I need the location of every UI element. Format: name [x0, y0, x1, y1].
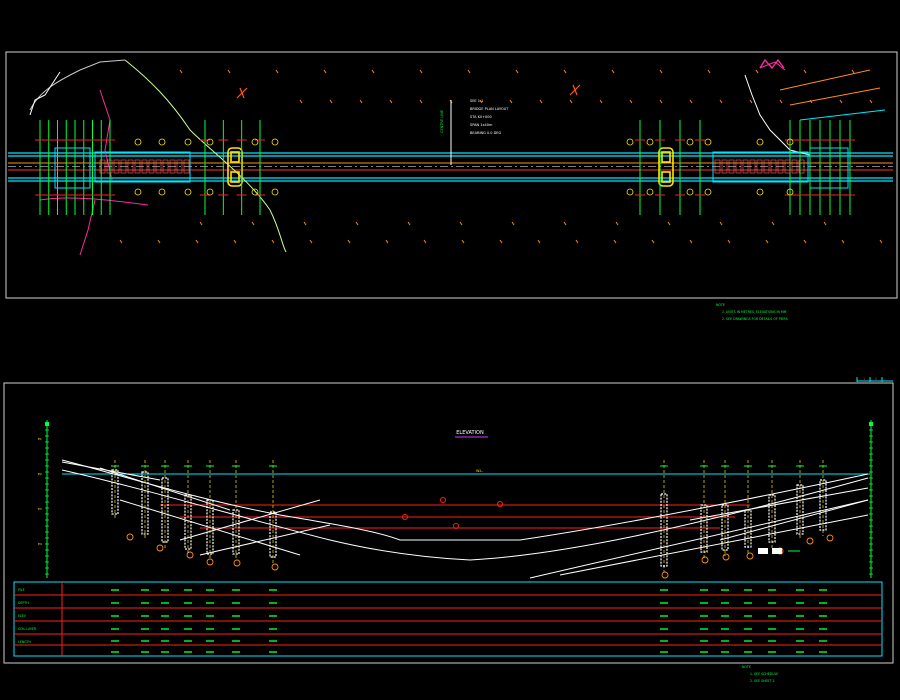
plan-legend-line: 1. UNITS IN METRES, ELEVATIONS IN MM	[722, 310, 787, 314]
table-row-label: DEPTH	[18, 601, 29, 605]
footer-note: 1. SEE SCHEDULE	[750, 672, 778, 676]
cad-drawing: SEE 1.1 BRIDGE PLAN LAYOUT STA K0+000 SPAN …	[0, 0, 900, 700]
table-row-label: ELEV	[18, 614, 27, 618]
elevation-label: E3	[38, 507, 42, 511]
footer-note: NOTE	[742, 665, 751, 669]
sheet-mark-1: 1	[863, 377, 865, 381]
center-note: STA K0+000	[470, 115, 492, 119]
table-row-label: PILE	[18, 588, 25, 592]
elevation-label: E4	[38, 542, 42, 546]
plan-legend-line: NOTE	[716, 303, 725, 307]
table-row-label: SOIL LAYER	[18, 627, 37, 631]
sheet-mark-2: 2	[875, 377, 877, 381]
water-label: W.L.	[476, 469, 483, 473]
plan-legend-line: 2. SEE DRAWINGS FOR DETAILS OF PIERS	[722, 317, 788, 321]
center-note: BRIDGE PLAN LAYOUT	[470, 107, 509, 111]
scale-cap	[45, 422, 49, 426]
scale-cap	[869, 422, 873, 426]
elevation-label: E2	[38, 472, 42, 476]
profile-title: ELEVATION	[456, 430, 484, 436]
footer-note: 2. SEE SHEET 2	[750, 679, 775, 683]
table-row-label: LENGTH	[18, 640, 31, 644]
side-note: CENTRE LINE	[440, 110, 444, 133]
center-note: BEARING 0.0 DEG	[470, 131, 501, 135]
elevation-label: E1	[38, 437, 42, 441]
center-note: SPAN 1x40m	[470, 123, 493, 127]
center-note: SEE 1.1	[470, 99, 483, 103]
